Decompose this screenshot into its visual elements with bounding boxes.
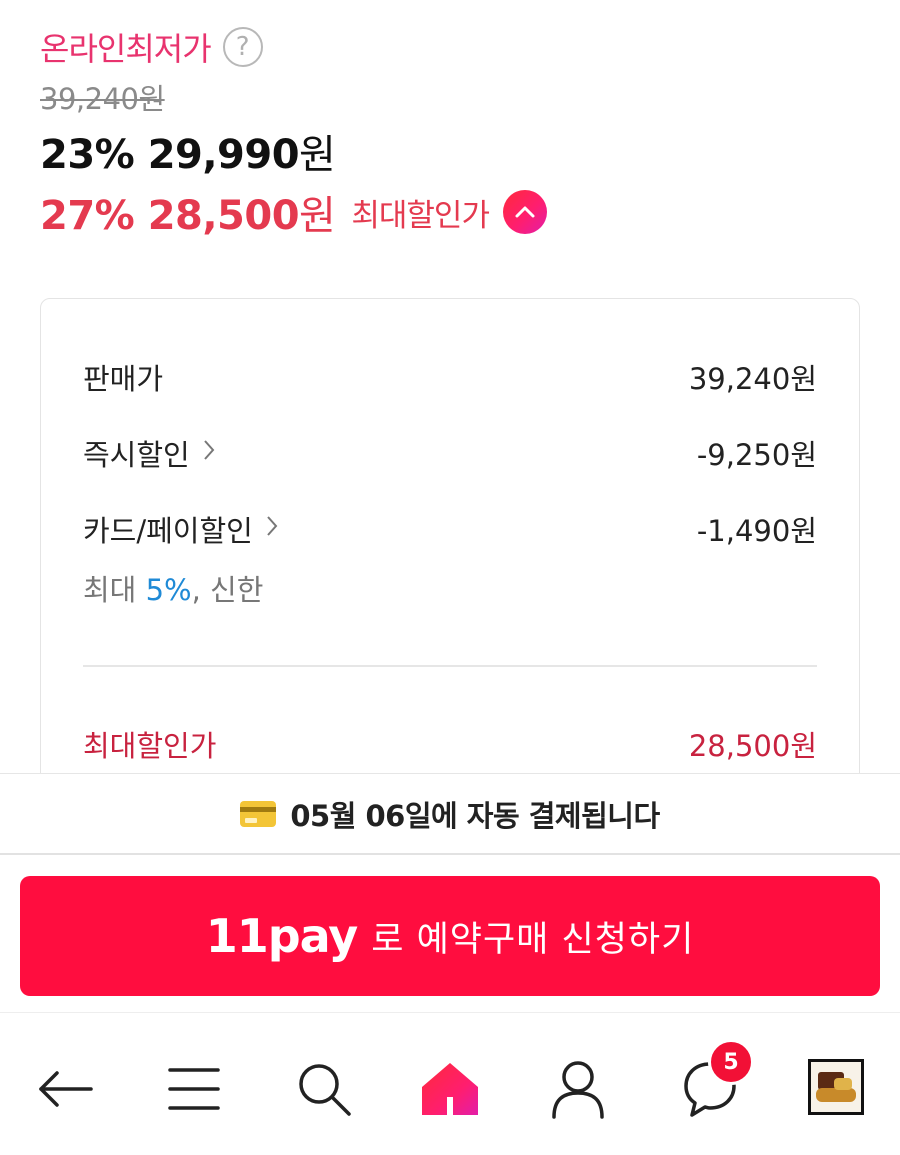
reserve-purchase-label: 로 예약구매 신청하기 [371, 919, 695, 960]
sale-unit: 원 [299, 132, 336, 178]
bottom-navigation: 5 [0, 1012, 900, 1155]
max-discount-amount: 28,500 [147, 193, 300, 239]
menu-icon [168, 1068, 220, 1110]
divider [83, 665, 817, 667]
chevron-right-icon [202, 438, 216, 469]
total-label: 최대할인가 [83, 729, 217, 763]
breakdown-label-wrap: 카드/페이할인 [83, 508, 279, 550]
home-icon [422, 1063, 478, 1115]
card-note-percent: 5% [145, 573, 192, 607]
back-button[interactable] [34, 1057, 98, 1121]
max-discount-percent: 27% [40, 193, 135, 239]
online-lowest-price-row: 온라인최저가 ? [40, 22, 860, 72]
breakdown-row-max-discount: 최대할인가 28,500원 [83, 724, 817, 764]
search-icon [299, 1064, 351, 1116]
breakdown-row-instant-discount[interactable]: 즉시할인 -9,250원 [83, 433, 817, 473]
home-button[interactable] [418, 1057, 482, 1121]
breakdown-row-card-pay-discount[interactable]: 카드/페이할인 -1,490원 [83, 509, 817, 549]
max-discount-row: 27% 28,500원 최대할인가 [40, 183, 860, 241]
online-lowest-price-label: 온라인최저가 [40, 30, 212, 68]
chevron-up-icon [515, 206, 535, 218]
card-note-suffix: , 신한 [191, 573, 264, 607]
card-note-prefix: 최대 [83, 573, 146, 607]
breakdown-label: 즉시할인 [83, 438, 190, 472]
breakdown-value: 39,240원 [688, 362, 817, 396]
11pay-logo: 11pay [205, 909, 359, 963]
chevron-right-icon [265, 514, 279, 545]
breakdown-label: 카드/페이할인 [83, 514, 253, 548]
product-image [816, 1070, 856, 1104]
sale-price: 23% 29,990원 [40, 122, 860, 178]
notice-text: 05월 06일에 자동 결제됩니다 [290, 798, 660, 833]
my-page-button[interactable] [546, 1057, 610, 1121]
reserve-purchase-button[interactable]: 11pay 로 예약구매 신청하기 [20, 876, 880, 996]
breakdown-label: 판매가 [83, 362, 164, 396]
sale-amount: 29,990 [147, 132, 300, 178]
back-arrow-icon [39, 1071, 93, 1107]
breakdown-label-wrap: 즉시할인 [83, 432, 216, 474]
total-value: 28,500원 [688, 729, 817, 763]
card-discount-note: 최대 5%, 신한 [83, 567, 263, 609]
price-breakdown-panel: 판매가 39,240원 즉시할인 -9,250원 카드/페이할인 -1,490원… [40, 298, 860, 818]
sale-percent: 23% [40, 132, 135, 178]
user-icon [552, 1061, 604, 1119]
recent-product-thumbnail[interactable] [808, 1059, 864, 1115]
max-discount-label: 최대할인가 [351, 197, 490, 234]
collapse-button[interactable] [502, 190, 547, 234]
menu-button[interactable] [162, 1057, 226, 1121]
credit-card-icon [240, 800, 277, 827]
max-discount-unit: 원 [299, 193, 336, 239]
chat-count-badge: 5 [708, 1039, 754, 1085]
max-discount-price: 27% 28,500원 [40, 183, 336, 241]
price-header: 온라인최저가 ? 39,240원 23% 29,990원 27% 28,500원… [40, 22, 860, 241]
breakdown-value: -9,250원 [696, 438, 817, 472]
original-price: 39,240원 [40, 82, 165, 116]
breakdown-value: -1,490원 [696, 514, 817, 548]
search-button[interactable] [292, 1057, 356, 1121]
help-icon[interactable]: ? [222, 27, 263, 67]
auto-payment-notice: 05월 06일에 자동 결제됩니다 [0, 773, 900, 855]
breakdown-row-list-price: 판매가 39,240원 [83, 357, 817, 397]
